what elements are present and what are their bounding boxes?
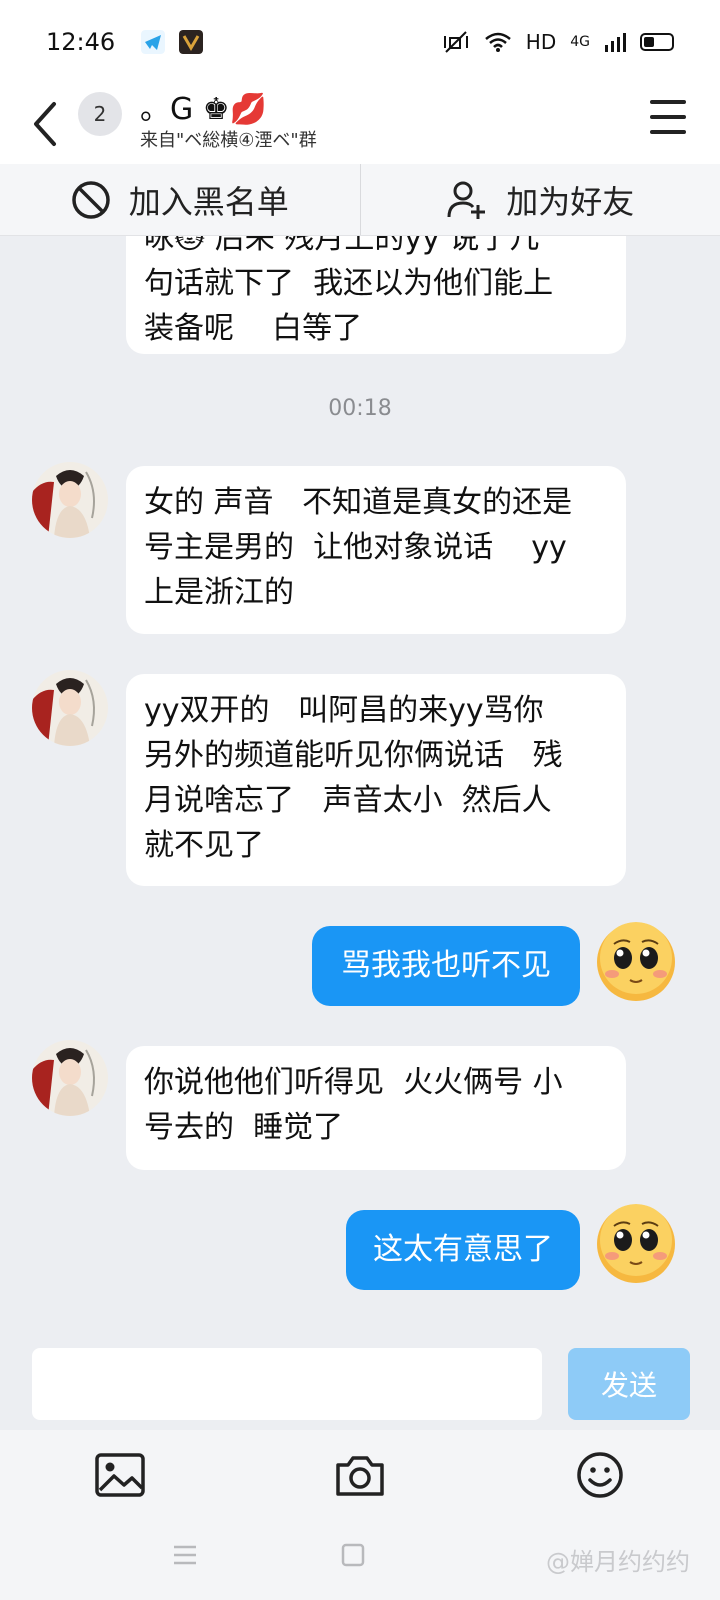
block-label: 加入黑名单 xyxy=(128,182,289,221)
my-message-bubble[interactable]: 这太有意思了 xyxy=(346,1210,580,1290)
image-button[interactable] xyxy=(0,1452,240,1498)
block-button[interactable]: 加入黑名单 xyxy=(0,164,360,235)
input-toolbar xyxy=(0,1430,720,1520)
message-composer: 发送 xyxy=(0,1330,720,1430)
status-time: 12:46 xyxy=(46,28,116,56)
add-user-icon xyxy=(447,181,486,219)
chat-header: 2 。G ♚💋 来自"ベ総横④湮ベ"群 xyxy=(0,84,720,164)
message-input[interactable] xyxy=(32,1348,542,1420)
message-bubble-partial[interactable]: 咏🐱 后来 残月上的yy 说了几 句话就下了 我还以为他们能上 装备呢 白等了 xyxy=(126,236,626,354)
image-icon xyxy=(95,1453,145,1497)
wifi-icon xyxy=(484,32,511,52)
action-bar: 加入黑名单 加为好友 xyxy=(0,164,720,236)
camera-icon xyxy=(336,1456,384,1496)
add-friend-button[interactable]: 加为好友 xyxy=(359,164,720,235)
my-message-bubble[interactable]: 骂我我也听不见 xyxy=(312,926,580,1006)
block-icon xyxy=(71,180,110,219)
menu-icon[interactable] xyxy=(650,100,686,134)
message-bubble[interactable]: 女的 声音 不知道是真女的还是 号主是男的 让他对象说话 yy 上是浙江的 xyxy=(126,466,626,634)
add-friend-label: 加为好友 xyxy=(506,182,635,221)
message-bubble[interactable]: yy双开的 叫阿昌的来yy骂你 另外的频道能听见你俩说话 残 月说啥忘了 声音太… xyxy=(126,674,626,886)
status-app-icons xyxy=(141,30,204,54)
contact-avatar[interactable] xyxy=(32,1040,108,1116)
emoji-button[interactable] xyxy=(480,1450,720,1500)
contact-avatar[interactable] xyxy=(32,670,108,746)
chat-title: 。G ♚💋 xyxy=(140,92,268,127)
mute-vibrate-icon xyxy=(443,31,468,53)
game-app-icon xyxy=(179,30,204,54)
signal-indicator: 4G xyxy=(570,34,590,50)
message-bubble[interactable]: 你说他他们听得见 火火俩号 小 号去的 睡觉了 xyxy=(126,1046,626,1170)
telegram-app-icon xyxy=(141,30,166,54)
my-avatar[interactable] xyxy=(596,1204,676,1284)
send-button[interactable]: 发送 xyxy=(568,1348,690,1420)
cell-signal-icon xyxy=(605,33,626,52)
my-avatar[interactable] xyxy=(596,922,676,1002)
battery-icon xyxy=(640,33,674,51)
unread-count-badge[interactable]: 2 xyxy=(78,92,122,136)
contact-avatar[interactable] xyxy=(32,462,108,538)
watermark: @婵月约约约 xyxy=(546,1548,690,1576)
chat-messages[interactable]: 咏🐱 后来 残月上的yy 说了几 句话就下了 我还以为他们能上 装备呢 白等了 … xyxy=(0,236,720,1330)
message-timestamp: 00:18 xyxy=(328,396,392,421)
hd-indicator: HD xyxy=(525,30,557,54)
chat-subtitle: 来自"ベ総横④湮ベ"群 xyxy=(140,130,317,151)
home-icon[interactable] xyxy=(340,1542,366,1568)
emoji-icon xyxy=(577,1452,623,1498)
camera-button[interactable] xyxy=(240,1452,480,1498)
back-arrow-icon[interactable] xyxy=(26,96,66,152)
system-nav-bar: @婵月约约约 xyxy=(0,1520,720,1600)
recent-apps-icon[interactable] xyxy=(172,1542,198,1568)
status-indicators: HD 4G xyxy=(442,30,674,54)
status-bar: 12:46 HD 4G xyxy=(0,0,720,84)
